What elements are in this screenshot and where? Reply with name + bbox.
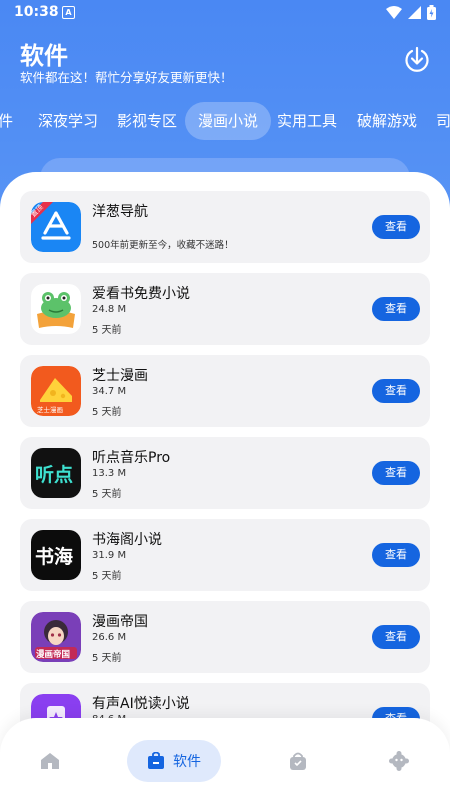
app-name: 洋葱导航 — [92, 204, 148, 220]
page-subtitle: 软件都在这！帮忙分享好友更新更快！ — [20, 70, 233, 85]
nav-software-label: 软件 — [173, 754, 201, 770]
shuhai-logo-icon: 书海 — [31, 530, 81, 580]
software-bag-icon — [148, 752, 164, 769]
view-button[interactable]: 查看 — [372, 297, 420, 321]
tingdian-logo-icon: 听点 — [31, 448, 81, 498]
app-name: 听点音乐Pro — [92, 450, 171, 466]
app-updated: 5 天前 — [92, 489, 122, 500]
app-name: 漫画帝国 — [92, 614, 148, 630]
app-size: 31.9 M — [92, 550, 127, 561]
view-button[interactable]: 查看 — [372, 461, 420, 485]
status-time: 10:38 — [14, 4, 59, 20]
home-icon — [41, 753, 59, 769]
view-button[interactable]: 查看 — [372, 379, 420, 403]
tab-video-zone[interactable]: 影视专区 — [117, 102, 177, 140]
lock-bag-icon — [290, 752, 306, 770]
icon-text: 听点 — [35, 464, 74, 486]
view-button[interactable]: 查看 — [372, 625, 420, 649]
app-store-icon: 置顶 — [31, 202, 81, 252]
status-icons — [386, 5, 436, 20]
page-title: 软件 — [20, 42, 68, 70]
status-bar: 10:38 A — [0, 0, 450, 24]
app-updated: 5 天前 — [92, 407, 122, 418]
tab-partial-right[interactable]: 司 — [436, 102, 450, 140]
nav-home[interactable] — [38, 740, 62, 782]
frog-book-icon — [31, 284, 81, 334]
cell-signal-icon — [408, 6, 421, 19]
app-name: 芝士漫画 — [92, 368, 148, 384]
app-size: 26.6 M — [92, 632, 127, 643]
app-card[interactable]: 书海 书海阁小说 31.9 M 5 天前 查看 — [20, 519, 430, 591]
tab-partial-left[interactable]: 件 — [0, 102, 13, 140]
icon-text: 芝士漫画 — [37, 406, 63, 414]
app-card[interactable]: 漫画帝国 漫画帝国 26.6 M 5 天前 查看 — [20, 601, 430, 673]
app-description: 500年前更新至今，收藏不迷路！ — [92, 240, 234, 251]
app-card[interactable]: 置顶 洋葱导航 500年前更新至今，收藏不迷路！ 查看 — [20, 191, 430, 263]
app-name: 爱看书免费小说 — [92, 286, 190, 302]
view-button[interactable]: 查看 — [372, 543, 420, 567]
nav-store[interactable] — [286, 740, 310, 782]
app-list-sheet: 置顶 洋葱导航 500年前更新至今，收藏不迷路！ 查看 爱看书免费小说 24.8… — [0, 172, 450, 801]
cheese-icon: 芝士漫画 — [31, 366, 81, 416]
notification-a-icon: A — [62, 6, 75, 19]
view-button[interactable]: 查看 — [372, 215, 420, 239]
tab-cracked-games[interactable]: 破解游戏 — [357, 102, 417, 140]
icon-text: 漫画帝国 — [36, 650, 71, 660]
tab-late-night-study[interactable]: 深夜学习 — [38, 102, 98, 140]
app-size: 34.7 M — [92, 386, 127, 397]
app-updated: 5 天前 — [92, 653, 122, 664]
app-size: 13.3 M — [92, 468, 127, 479]
bottom-navigation: 软件 — [0, 718, 450, 801]
settings-face-icon — [389, 751, 409, 771]
app-card[interactable]: 爱看书免费小说 24.8 M 5 天前 查看 — [20, 273, 430, 345]
app-updated: 5 天前 — [92, 325, 122, 336]
app-card[interactable]: 听点 听点音乐Pro 13.3 M 5 天前 查看 — [20, 437, 430, 509]
app-card[interactable]: 芝士漫画 芝士漫画 34.7 M 5 天前 查看 — [20, 355, 430, 427]
tab-comics-novels[interactable]: 漫画小说 — [185, 102, 272, 140]
app-name: 书海阁小说 — [92, 532, 162, 548]
app-size: 24.8 M — [92, 304, 127, 315]
icon-text: 书海 — [35, 546, 74, 568]
nav-profile[interactable] — [387, 740, 411, 782]
tab-tools[interactable]: 实用工具 — [277, 102, 337, 140]
app-name: 有声AI悦读小说 — [92, 696, 190, 712]
wifi-icon — [386, 6, 402, 19]
battery-icon — [427, 5, 436, 20]
category-tabs: 件 深夜学习 影视专区 漫画小说 实用工具 破解游戏 司 — [0, 102, 450, 140]
comic-empire-icon: 漫画帝国 — [31, 612, 81, 662]
nav-software[interactable]: 软件 — [127, 740, 221, 782]
download-icon[interactable] — [402, 44, 432, 74]
app-updated: 5 天前 — [92, 571, 122, 582]
